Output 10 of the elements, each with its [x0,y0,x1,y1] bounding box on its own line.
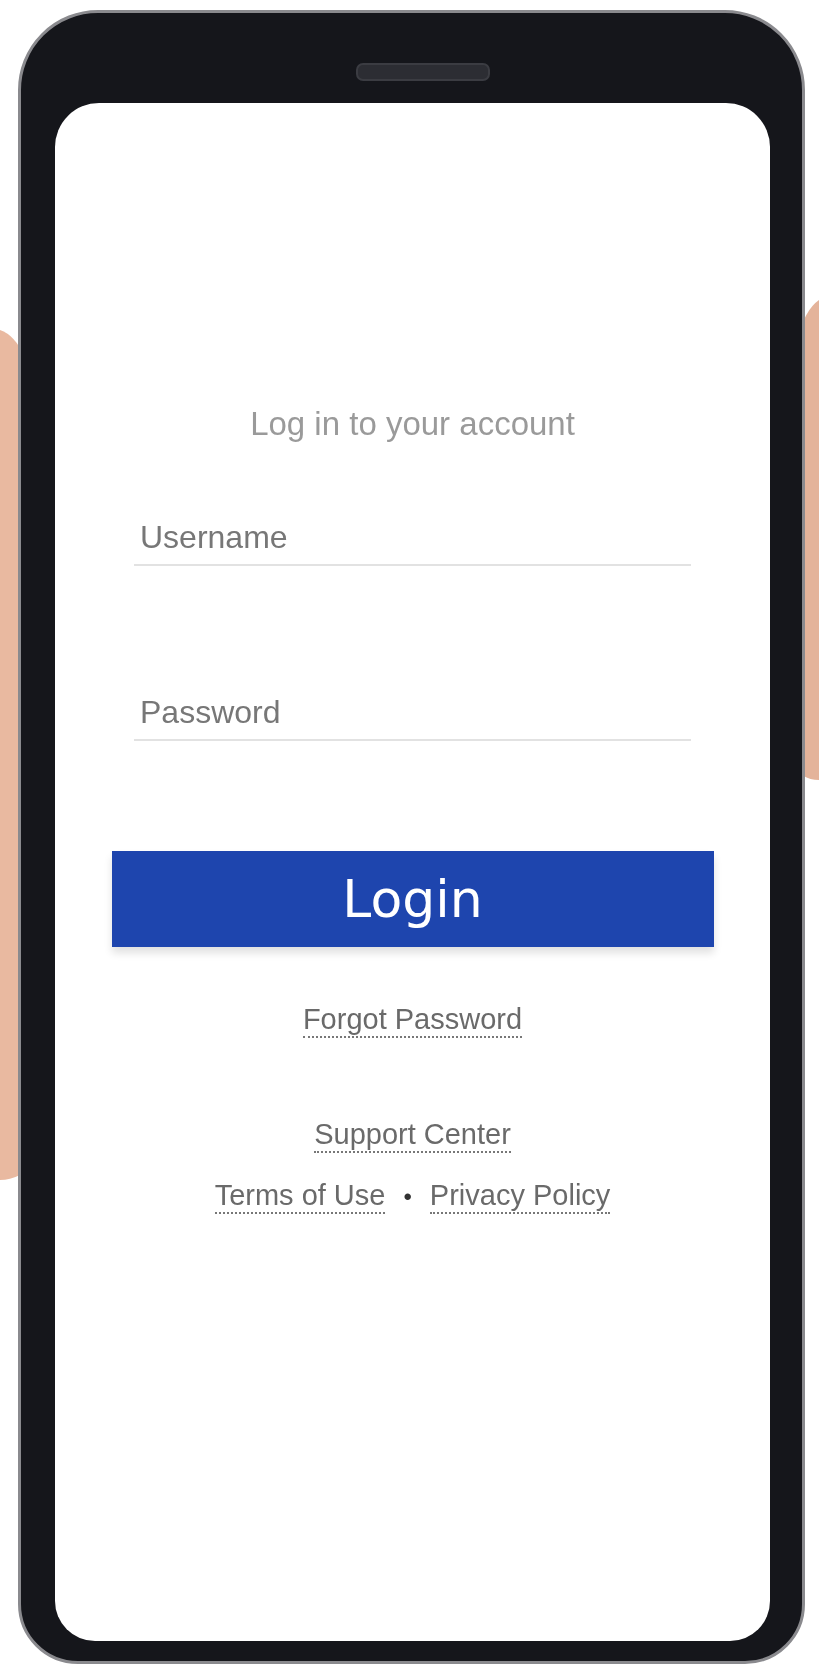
login-button[interactable]: Login [111,851,714,947]
forgot-password-link[interactable]: Forgot Password [302,1003,523,1038]
login-heading: Log in to your account [250,405,575,443]
privacy-link[interactable]: Privacy Policy [429,1179,611,1214]
speaker-icon [356,63,490,81]
support-center-link[interactable]: Support Center [314,1118,511,1153]
input-field[interactable]: Username [134,511,691,566]
separator-dot: • [403,1182,412,1211]
terms-link[interactable]: Terms of Use [214,1179,386,1214]
input-field[interactable]: Password [134,686,691,741]
